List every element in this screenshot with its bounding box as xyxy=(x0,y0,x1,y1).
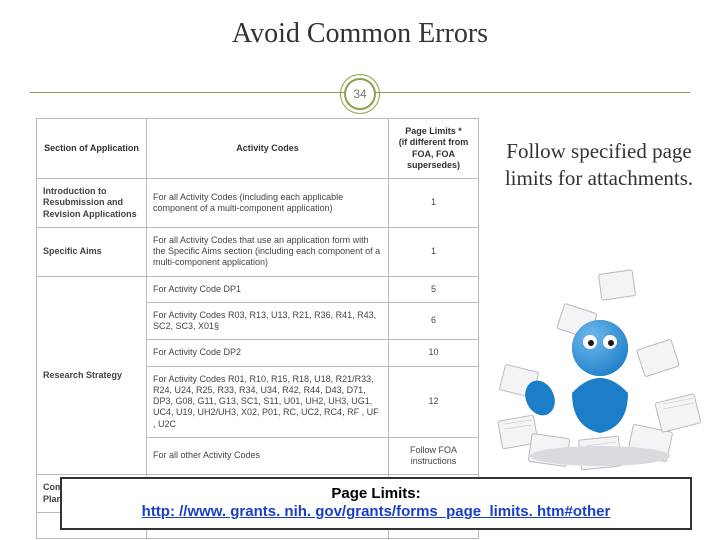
footer-label: Page Limits: xyxy=(331,485,420,502)
col-codes: Activity Codes xyxy=(147,119,389,179)
cell-limit: Follow FOA instructions xyxy=(389,437,479,475)
cell-limit: 12 xyxy=(389,366,479,437)
cell-limit: 1 xyxy=(389,179,479,228)
table-row: Introduction to Resubmission and Revisio… xyxy=(37,179,479,228)
footer-link[interactable]: http: //www. grants. nih. gov/grants/for… xyxy=(142,503,611,520)
col-section: Section of Application xyxy=(37,119,147,179)
footer-reference-box: Page Limits: http: //www. grants. nih. g… xyxy=(60,477,692,531)
slide-title: Avoid Common Errors xyxy=(0,18,720,50)
cell-codes: For all other Activity Codes xyxy=(147,437,389,475)
cell-codes: For all Activity Codes that use an appli… xyxy=(147,227,389,276)
table-row: Specific AimsFor all Activity Codes that… xyxy=(37,227,479,276)
table-row: Research StrategyFor Activity Code DP15 xyxy=(37,276,479,302)
cell-codes: For Activity Codes R01, R10, R15, R18, U… xyxy=(147,366,389,437)
cell-codes: For all Activity Codes (including each a… xyxy=(147,179,389,228)
cell-section: Research Strategy xyxy=(37,276,147,475)
cell-limit: 10 xyxy=(389,340,479,366)
papers-illustration xyxy=(490,248,710,478)
table-header-row: Section of Application Activity Codes Pa… xyxy=(37,119,479,179)
cell-section: Introduction to Resubmission and Revisio… xyxy=(37,179,147,228)
cell-limit: 6 xyxy=(389,302,479,340)
cell-limit: 5 xyxy=(389,276,479,302)
col-limits: Page Limits * (if different from FOA, FO… xyxy=(389,119,479,179)
page-number-badge: 34 xyxy=(344,78,376,110)
cell-codes: For Activity Code DP1 xyxy=(147,276,389,302)
cell-codes: For Activity Code DP2 xyxy=(147,340,389,366)
cell-codes: For Activity Codes R03, R13, U13, R21, R… xyxy=(147,302,389,340)
callout-text: Follow specified page limits for attachm… xyxy=(500,138,698,193)
cell-section: Specific Aims xyxy=(37,227,147,276)
cell-limit: 1 xyxy=(389,227,479,276)
